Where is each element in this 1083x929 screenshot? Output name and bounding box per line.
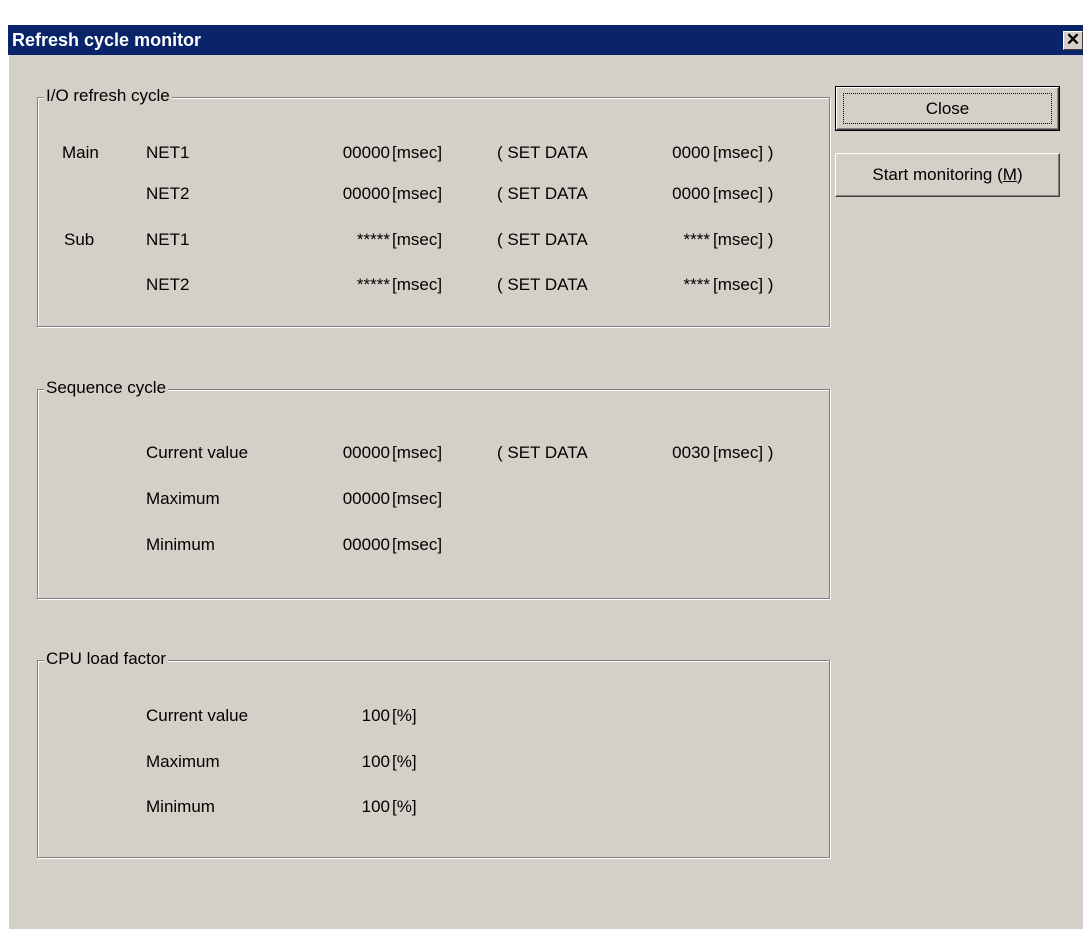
io-value: ***** <box>356 230 390 249</box>
start-monitoring-label: Start monitoring (M) <box>836 165 1059 185</box>
start-monitoring-button[interactable]: Start monitoring (M) <box>835 153 1060 197</box>
io-set-value: **** <box>683 275 710 294</box>
sequence-unit: [msec] <box>392 443 443 462</box>
sequence-value: 00000 <box>342 535 390 554</box>
sequence-value: 00000 <box>342 489 390 508</box>
io-unit: [msec] <box>392 184 443 203</box>
io-net-label: NET2 <box>146 184 190 203</box>
title-bar[interactable]: Refresh cycle monitor ✕ <box>8 25 1083 55</box>
window-title: Refresh cycle monitor <box>12 30 202 50</box>
io-unit: [msec] <box>392 143 443 162</box>
sequence-set-value: 0030 <box>672 443 710 462</box>
start-label-suffix: ) <box>1016 165 1023 184</box>
close-icon[interactable]: ✕ <box>1063 31 1083 50</box>
sequence-label: Minimum <box>146 535 215 554</box>
cpu-unit: [%] <box>392 797 417 816</box>
io-unit: [msec] <box>392 275 443 294</box>
io-value: 00000 <box>342 184 390 203</box>
cpu-label: Maximum <box>146 752 220 771</box>
sequence-set-close: [msec] ) <box>713 443 774 462</box>
io-set-value: **** <box>683 230 710 249</box>
io-set-open: ( SET DATA <box>497 143 588 162</box>
io-group-label: Sub <box>64 230 95 249</box>
cpu-unit: [%] <box>392 706 417 725</box>
io-value: 00000 <box>342 143 390 162</box>
close-button-label: Close <box>925 99 970 118</box>
io-set-open: ( SET DATA <box>497 275 588 294</box>
sequence-cycle-legend: Sequence cycle <box>44 378 169 398</box>
sequence-label: Current value <box>146 443 249 462</box>
start-label-prefix: Start monitoring ( <box>872 165 1003 184</box>
cpu-load-legend: CPU load factor <box>44 649 168 669</box>
sequence-unit: [msec] <box>392 489 443 508</box>
io-net-label: NET2 <box>146 275 190 294</box>
io-net-label: NET1 <box>146 143 190 162</box>
cpu-value: 100 <box>361 797 390 816</box>
io-set-value: 0000 <box>672 143 710 162</box>
cpu-value: 100 <box>361 752 390 771</box>
cpu-unit: [%] <box>392 752 417 771</box>
io-refresh-legend: I/O refresh cycle <box>44 86 172 106</box>
start-label-mnemonic: M <box>1002 165 1017 184</box>
cpu-value: 100 <box>361 706 390 725</box>
io-value: ***** <box>356 275 390 294</box>
io-set-open: ( SET DATA <box>497 184 588 203</box>
io-net-label: NET1 <box>146 230 190 249</box>
sequence-value: 00000 <box>342 443 390 462</box>
close-button[interactable]: Close <box>835 86 1060 131</box>
io-set-value: 0000 <box>672 184 710 203</box>
sequence-unit: [msec] <box>392 535 443 554</box>
io-set-close: [msec] ) <box>713 143 774 162</box>
io-set-close: [msec] ) <box>713 184 774 203</box>
io-set-close: [msec] ) <box>713 275 774 294</box>
sequence-set-open: ( SET DATA <box>497 443 588 462</box>
io-set-close: [msec] ) <box>713 230 774 249</box>
io-group-label: Main <box>62 143 99 162</box>
sequence-label: Maximum <box>146 489 220 508</box>
io-set-open: ( SET DATA <box>497 230 588 249</box>
cpu-label: Current value <box>146 706 249 725</box>
cpu-label: Minimum <box>146 797 215 816</box>
io-unit: [msec] <box>392 230 443 249</box>
